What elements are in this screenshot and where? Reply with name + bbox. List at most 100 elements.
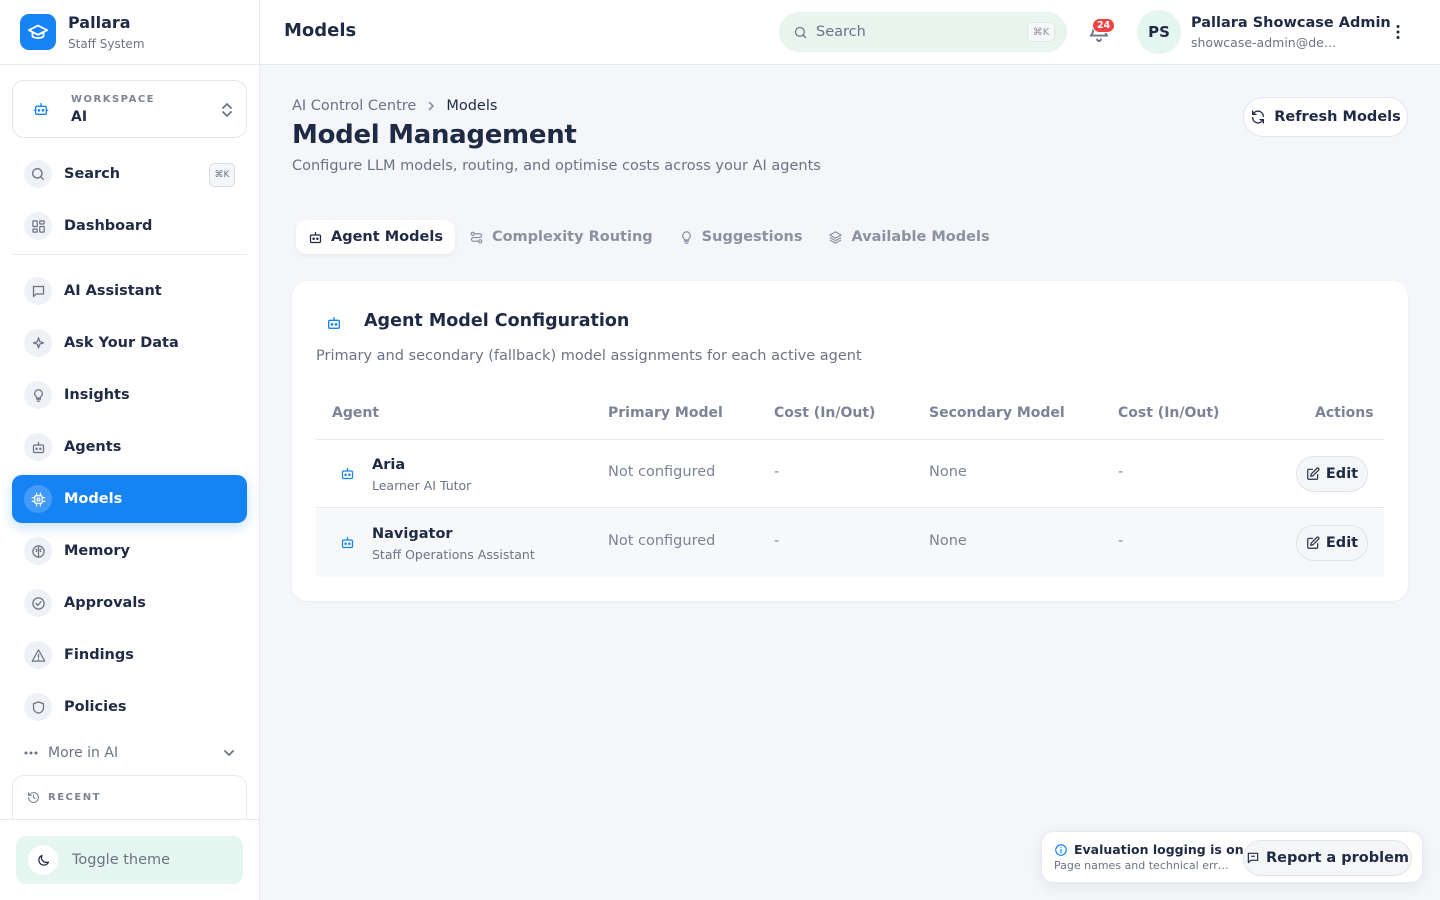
- toggle-theme-label: Toggle theme: [72, 852, 171, 868]
- page-subtitle: Configure LLM models, routing, and optim…: [292, 158, 821, 174]
- sidebar-item-label: Insights: [64, 387, 130, 403]
- sidebar-item-insights[interactable]: Insights: [12, 371, 247, 419]
- table-row: Aria Learner AI Tutor Not configured - N…: [316, 440, 1384, 508]
- sidebar-item-findings[interactable]: Findings: [12, 631, 247, 679]
- sidebar-item-label: Memory: [64, 543, 130, 559]
- edit-button[interactable]: Edit: [1296, 456, 1368, 492]
- notification-badge: 24: [1092, 18, 1116, 33]
- lightbulb-icon: [24, 381, 52, 409]
- breadcrumb-current: Models: [446, 98, 498, 114]
- history-icon: [27, 791, 40, 804]
- tab-suggestions[interactable]: Suggestions: [667, 220, 815, 254]
- edit-icon: [1306, 536, 1320, 550]
- breadcrumb-link[interactable]: AI Control Centre: [292, 98, 416, 114]
- sidebar-item-ask-your-data[interactable]: Ask Your Data: [12, 319, 247, 367]
- refresh-label: Refresh Models: [1274, 109, 1401, 125]
- check-circle-icon: [24, 589, 52, 617]
- robot-icon: [326, 315, 342, 331]
- dashboard-icon: [24, 212, 52, 240]
- sidebar-item-label: Approvals: [64, 595, 146, 611]
- sidebar-item-dashboard[interactable]: Dashboard: [12, 202, 247, 250]
- refresh-models-button[interactable]: Refresh Models: [1243, 97, 1408, 137]
- tab-agent-models[interactable]: Agent Models: [296, 220, 455, 254]
- sidebar-item-approvals[interactable]: Approvals: [12, 579, 247, 627]
- sidebar-item-label: Dashboard: [64, 218, 153, 234]
- column-header: Agent: [332, 405, 380, 421]
- sidebar-item-label: Agents: [64, 439, 122, 455]
- graduation-cap-icon: [20, 14, 56, 50]
- sidebar-item-models[interactable]: Models: [12, 475, 247, 523]
- sidebar-item-search[interactable]: Search ⌘K: [12, 150, 247, 198]
- sidebar-item-label: Policies: [64, 699, 127, 715]
- lightbulb-icon: [679, 230, 694, 245]
- search-icon: [793, 25, 808, 40]
- sidebar-item-policies[interactable]: Policies: [12, 683, 247, 731]
- column-header: Primary Model: [608, 405, 723, 421]
- avatar[interactable]: PS: [1137, 10, 1181, 54]
- edit-icon: [1306, 467, 1320, 481]
- sidebar-item-label: Models: [64, 491, 123, 507]
- breadcrumb: AI Control Centre Models: [292, 98, 497, 114]
- route-icon: [469, 230, 484, 245]
- primary-cost: -: [774, 533, 780, 549]
- sidebar: Pallara Staff System WORKSPACE AI Search…: [0, 0, 260, 900]
- report-problem-button[interactable]: Report a problem: [1243, 840, 1412, 876]
- edit-label: Edit: [1325, 466, 1359, 482]
- sidebar-item-memory[interactable]: Memory: [12, 527, 247, 575]
- message-square-icon: [1246, 851, 1260, 865]
- agent-role: Learner AI Tutor: [372, 478, 472, 493]
- tab-label: Complexity Routing: [491, 229, 653, 245]
- primary-cost: -: [774, 464, 780, 480]
- eval-title: Evaluation logging is on: [1074, 842, 1244, 857]
- more-vertical-icon[interactable]: [1388, 22, 1408, 42]
- card-description: Primary and secondary (fallback) model a…: [316, 348, 862, 364]
- workspace-label: WORKSPACE: [71, 93, 156, 105]
- header-title: Models: [284, 20, 357, 41]
- user-name: Pallara Showcase Admin: [1191, 15, 1391, 31]
- edit-button[interactable]: Edit: [1296, 525, 1368, 561]
- tab-available-models[interactable]: Available Models: [816, 220, 1001, 254]
- table-row: Navigator Staff Operations Assistant Not…: [316, 509, 1384, 577]
- secondary-model: None: [929, 533, 967, 549]
- sparkle-icon: [24, 329, 52, 357]
- ellipsis-icon: [24, 751, 38, 755]
- agent-role: Staff Operations Assistant: [372, 547, 535, 562]
- chevron-up-down-icon: [220, 101, 234, 119]
- cpu-icon: [24, 485, 52, 513]
- tab-complexity-routing[interactable]: Complexity Routing: [457, 220, 665, 254]
- sidebar-item-ai-assistant[interactable]: AI Assistant: [12, 267, 247, 315]
- recent-section: RECENT: [12, 775, 247, 819]
- divider: [316, 507, 1384, 508]
- search-input[interactable]: Search ⌘K: [779, 12, 1067, 52]
- robot-icon: [340, 535, 355, 550]
- info-icon: [1054, 843, 1068, 857]
- chevron-right-icon: [426, 101, 436, 111]
- sidebar-item-label: Search: [64, 166, 121, 182]
- refresh-icon: [1250, 109, 1266, 125]
- agent-name: Aria: [372, 457, 406, 473]
- page-title: Model Management: [292, 120, 577, 150]
- sidebar-item-agents[interactable]: Agents: [12, 423, 247, 471]
- report-label: Report a problem: [1265, 850, 1410, 866]
- recent-label: RECENT: [48, 792, 101, 803]
- column-header: Cost (In/Out): [774, 405, 876, 421]
- robot-icon: [308, 230, 323, 245]
- search-icon: [24, 160, 52, 188]
- robot-icon: [340, 466, 355, 481]
- agent-name: Navigator: [372, 526, 453, 542]
- brand-name: Pallara: [68, 13, 131, 32]
- primary-model: Not configured: [608, 464, 716, 480]
- brain-icon: [24, 537, 52, 565]
- edit-label: Edit: [1325, 535, 1359, 551]
- workspace-switcher[interactable]: WORKSPACE AI: [12, 80, 247, 138]
- chevron-down-icon: [222, 746, 236, 760]
- robot-icon: [24, 433, 52, 461]
- more-in-ai-toggle[interactable]: More in AI: [24, 740, 240, 766]
- toggle-theme-button[interactable]: Toggle theme: [16, 836, 243, 884]
- sidebar-item-label: Findings: [64, 647, 134, 663]
- tab-label: Suggestions: [701, 229, 803, 245]
- column-header: Actions: [1315, 405, 1374, 421]
- eval-description: Page names and technical errors are logg…: [1054, 859, 1229, 872]
- sidebar-item-label: Ask Your Data: [64, 335, 179, 351]
- layers-icon: [828, 230, 843, 245]
